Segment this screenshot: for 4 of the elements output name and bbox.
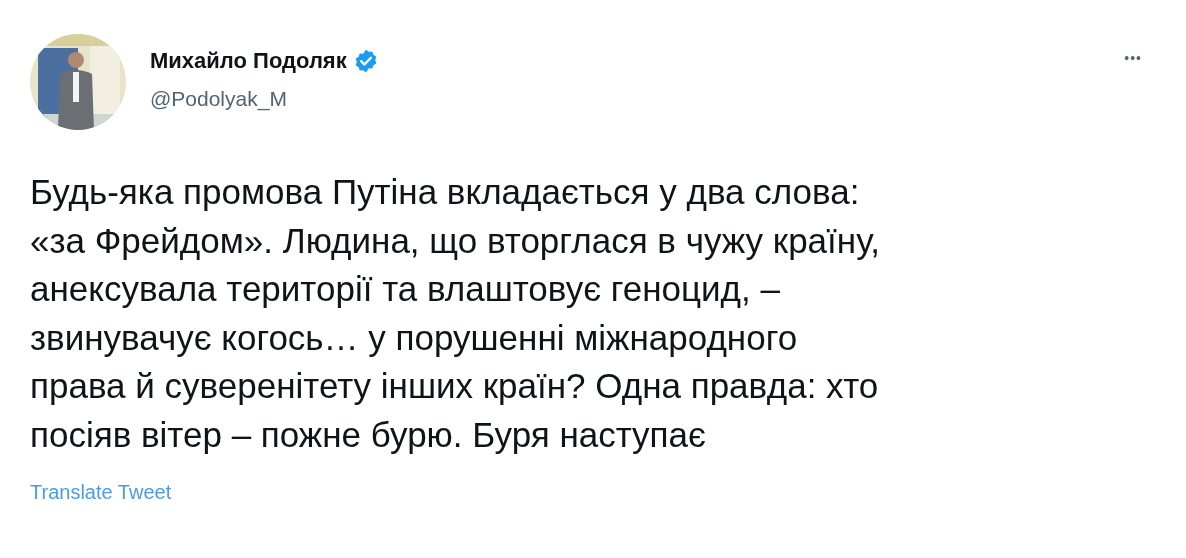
author-handle[interactable]: @Podolyak_M (150, 83, 379, 115)
more-button[interactable]: ••• (1124, 48, 1142, 69)
author-name[interactable]: Михайло Подоляк (150, 44, 347, 77)
tweet-text: Будь-яка промова Путіна вкладається у два слова: «за Фрейдом». Людина, що вторглася в чужу країну, анексувала території та влаштовує геноцид, – звинувачує когось… у порушенні міжнародного права й суверенітету інших країн? Одна правда: хто посіяв вітер – пожне бурю. Буря наступає (30, 171, 881, 456)
